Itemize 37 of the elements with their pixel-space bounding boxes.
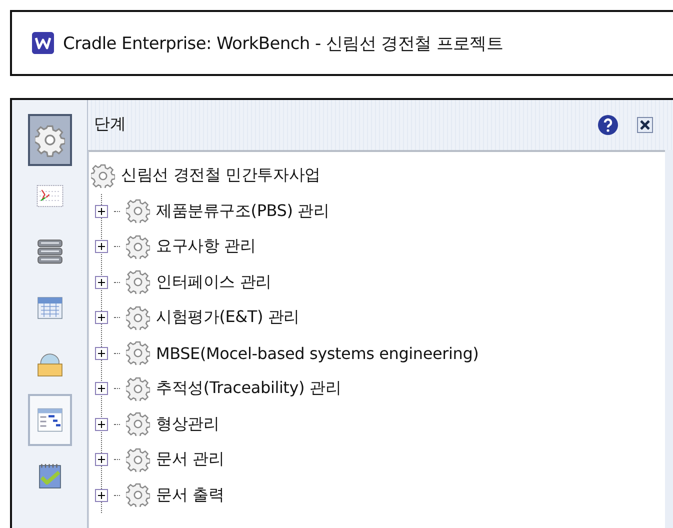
tree-item[interactable]: 요구사항 관리: [156, 236, 256, 258]
sidebar-button[interactable]: [28, 114, 72, 166]
gear-icon: [91, 164, 115, 188]
expand-icon[interactable]: [95, 382, 108, 396]
expand-icon[interactable]: [95, 453, 108, 466]
gear-icon: [126, 448, 150, 472]
close-icon[interactable]: [637, 117, 653, 133]
gear-icon: [126, 341, 150, 366]
expand-icon[interactable]: [95, 276, 108, 289]
tree-item[interactable]: 신림선 경전철 민간투자사업: [121, 165, 320, 186]
window-title: Cradle Enterprise: WorkBench - 신림선 경전철 프로젝트: [63, 32, 504, 54]
tree-item[interactable]: MBSE(Mocel-based systems engineering): [156, 344, 479, 363]
expand-icon[interactable]: [95, 240, 108, 254]
gear-icon: [126, 376, 150, 401]
tree-item[interactable]: 문서 관리: [156, 449, 224, 470]
tree-item[interactable]: 형상관리: [156, 414, 220, 435]
expand-icon[interactable]: [95, 488, 108, 502]
expand-icon[interactable]: [95, 418, 108, 431]
gear-icon: [126, 199, 150, 224]
gear-icon: [126, 412, 150, 436]
expand-icon[interactable]: [95, 346, 108, 360]
gear-icon: [126, 306, 150, 330]
sidebar-button[interactable]: [28, 394, 72, 446]
tree-item[interactable]: 시험평가(E&T) 관리: [156, 307, 300, 328]
expand-icon[interactable]: [95, 204, 108, 218]
tree-item[interactable]: 추적성(Traceability) 관리: [156, 378, 342, 400]
panel-title: 단계: [94, 114, 127, 135]
tree-item[interactable]: 문서 출력: [156, 484, 224, 506]
gear-icon: [126, 270, 150, 294]
gear-icon: [126, 483, 150, 508]
expand-icon[interactable]: [95, 311, 108, 324]
gear-icon: [126, 234, 150, 259]
tree-item[interactable]: 제품분류구조(PBS) 관리: [156, 200, 330, 222]
help-icon[interactable]: [597, 114, 619, 136]
gear-icon: [34, 123, 64, 157]
app-logo-icon: [32, 32, 54, 54]
tree-item[interactable]: 인터페이스 관리: [156, 272, 272, 293]
